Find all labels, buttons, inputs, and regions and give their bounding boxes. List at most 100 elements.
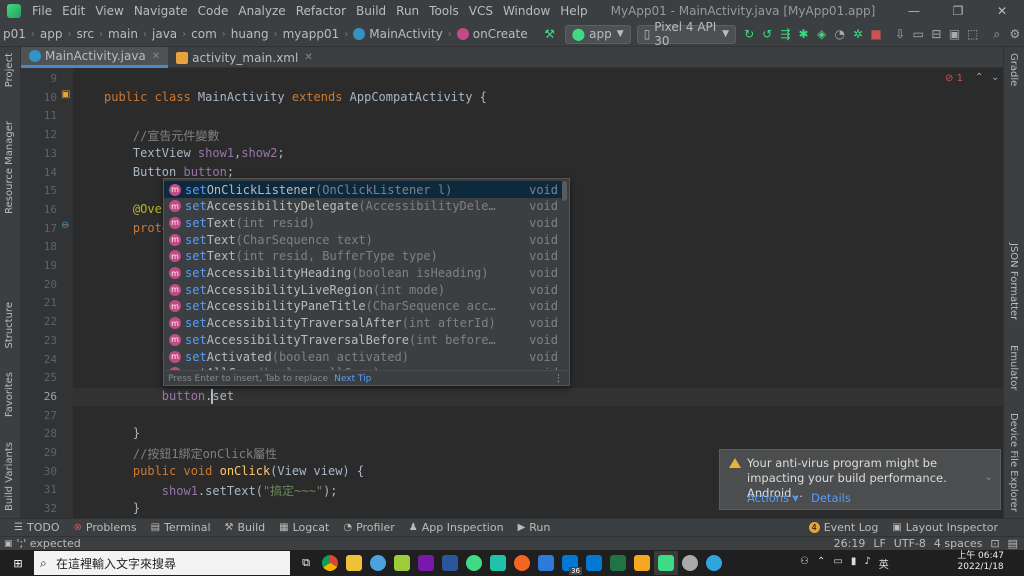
breadcrumb-item[interactable]: myapp01 <box>280 27 343 41</box>
mail-icon[interactable]: 36 <box>558 551 582 575</box>
android-studio-icon[interactable] <box>654 551 678 575</box>
apply-changes-icon[interactable]: ⇶ <box>776 24 794 44</box>
close-icon[interactable]: ✕ <box>152 51 160 62</box>
vscode-icon[interactable] <box>582 551 606 575</box>
breadcrumb-item[interactable]: p01 <box>0 27 29 41</box>
hammer-icon[interactable]: ⚒ <box>541 24 559 44</box>
json-formatter-tab[interactable]: JSON Formatter <box>1008 243 1019 320</box>
caret-position[interactable]: 26:19 <box>834 537 866 550</box>
project-tab[interactable]: Project <box>4 53 15 87</box>
breadcrumb-item[interactable]: java <box>149 27 180 41</box>
network-icon[interactable]: ▭ <box>833 556 842 571</box>
problems-tool[interactable]: ⊗ Problems <box>73 521 136 534</box>
build-tool[interactable]: ⚒ Build <box>225 521 266 534</box>
completion-item[interactable]: m setActivated (boolean activated) void <box>164 348 562 365</box>
menu-view[interactable]: View <box>90 4 128 18</box>
breadcrumb-item[interactable]: src <box>73 27 97 41</box>
layout-inspector-tool[interactable]: ▣ Layout Inspector <box>892 521 998 534</box>
app-icon[interactable] <box>510 551 534 575</box>
chrome-icon[interactable] <box>318 551 342 575</box>
completion-item[interactable]: m setAccessibilityLiveRegion (int mode) voi… <box>164 281 562 298</box>
completion-item[interactable]: m setAccessibilityHeading (boolean isHeadi… <box>164 265 562 282</box>
menu-tools[interactable]: Tools <box>424 4 464 18</box>
menu-build[interactable]: Build <box>351 4 391 18</box>
run-icon[interactable]: ↺ <box>758 24 776 44</box>
device-file-explorer-tab[interactable]: Device File Explorer <box>1008 413 1019 512</box>
completion-item[interactable]: m setText (int resid) void <box>164 214 562 231</box>
task-view-icon[interactable]: ⧉ <box>294 551 318 575</box>
taskbar-clock[interactable]: 上午 06:47 2022/1/18 <box>957 551 1004 573</box>
completion-item[interactable]: m setAccessibilityPaneTitle (CharSequence … <box>164 298 562 315</box>
settings-icon[interactable]: ⚙ <box>1006 24 1024 44</box>
menu-file[interactable]: File <box>27 4 57 18</box>
people-icon[interactable]: ⚇ <box>800 556 809 571</box>
resource-manager-tab[interactable]: Resource Manager <box>4 121 15 214</box>
ime-icon[interactable]: 英 <box>879 556 889 571</box>
next-tip-link[interactable]: Next Tip <box>334 374 371 384</box>
close-icon[interactable]: ✕ <box>980 0 1024 22</box>
logcat-tool[interactable]: ▦ Logcat <box>279 521 329 534</box>
run-tool[interactable]: ▶ Run <box>518 521 551 534</box>
completion-item[interactable]: m setText (CharSequence text) void <box>164 231 562 248</box>
memory-icon[interactable]: ▤ <box>1008 537 1018 550</box>
gradle-tab[interactable]: Gradle <box>1008 53 1019 86</box>
onenote-icon[interactable] <box>414 551 438 575</box>
run-config-dropdown[interactable]: ⬤ app ▼ <box>564 24 631 44</box>
close-icon[interactable]: ✕ <box>304 52 312 63</box>
build-variants-tab[interactable]: Build Variants <box>4 442 15 511</box>
terminal-tool[interactable]: ▤ Terminal <box>151 521 211 534</box>
battery-icon[interactable]: ▮ <box>851 556 857 571</box>
resource-icon[interactable]: ⬚ <box>964 24 982 44</box>
menu-code[interactable]: Code <box>193 4 234 18</box>
chevron-up-icon[interactable]: ⌃ <box>817 556 825 571</box>
stop-icon[interactable]: ■ <box>867 24 885 44</box>
actions-link[interactable]: Actions ▾ <box>747 491 798 505</box>
sdk-manager-icon[interactable]: ⊟ <box>927 24 945 44</box>
completion-scrollbar[interactable] <box>562 181 567 201</box>
expand-icon[interactable]: ⌄ <box>984 470 993 483</box>
next-highlight-icon[interactable]: ⌄ <box>991 72 999 83</box>
app-inspection-tool[interactable]: ♟ App Inspection <box>409 521 504 534</box>
menu-edit[interactable]: Edit <box>57 4 90 18</box>
breadcrumb-item[interactable]: huang <box>228 27 272 41</box>
paint-icon[interactable] <box>366 551 390 575</box>
completion-item[interactable]: m setAccessibilityTraversalBefore (int bef… <box>164 331 562 348</box>
app-icon[interactable] <box>630 551 654 575</box>
tab-activity-main-xml[interactable]: activity_main.xml ✕ <box>168 47 321 68</box>
search-icon[interactable]: ⌕ <box>988 24 1006 44</box>
indent-setting[interactable]: 4 spaces <box>934 537 983 550</box>
emulator-tab[interactable]: Emulator <box>1008 345 1019 390</box>
breadcrumb-item[interactable]: main <box>105 27 141 41</box>
structure-tab[interactable]: Structure <box>4 302 15 349</box>
app-icon[interactable] <box>462 551 486 575</box>
restore-icon[interactable]: ❐ <box>936 0 980 22</box>
file-explorer-icon[interactable] <box>342 551 366 575</box>
avd-manager-icon[interactable]: ▭ <box>909 24 927 44</box>
menu-navigate[interactable]: Navigate <box>129 4 193 18</box>
layout-inspector-icon[interactable]: ▣ <box>945 24 963 44</box>
completion-item[interactable]: m setAccessibilityTraversalAfter (int afte… <box>164 315 562 332</box>
menu-vcs[interactable]: VCS <box>464 4 498 18</box>
app-icon[interactable] <box>534 551 558 575</box>
menu-analyze[interactable]: Analyze <box>233 4 290 18</box>
fold-icon[interactable]: − <box>61 220 73 232</box>
excel-icon[interactable] <box>606 551 630 575</box>
debug-icon[interactable]: ✱ <box>794 24 812 44</box>
profiler-tool[interactable]: ◔ Profiler <box>343 521 394 534</box>
webstorm-icon[interactable] <box>486 551 510 575</box>
completion-item[interactable]: m setText (int resid, BufferType type) void <box>164 248 562 265</box>
sync-icon[interactable]: ⇩ <box>891 24 909 44</box>
line-separator[interactable]: LF <box>873 537 885 550</box>
attach-debugger-icon[interactable]: ✲ <box>849 24 867 44</box>
breadcrumb-method[interactable]: onCreate <box>454 27 531 41</box>
breadcrumb-item[interactable]: app <box>37 27 66 41</box>
menu-window[interactable]: Window <box>498 4 555 18</box>
app-icon[interactable] <box>390 551 414 575</box>
lock-icon[interactable]: ⊡ <box>990 537 999 550</box>
menu-refactor[interactable]: Refactor <box>291 4 351 18</box>
event-log-tool[interactable]: 4 Event Log <box>808 521 878 534</box>
menu-run[interactable]: Run <box>391 4 424 18</box>
minimize-icon[interactable]: — <box>892 0 936 22</box>
todo-tool[interactable]: ☰ TODO <box>14 521 59 534</box>
favorites-tab[interactable]: Favorites <box>4 372 15 417</box>
